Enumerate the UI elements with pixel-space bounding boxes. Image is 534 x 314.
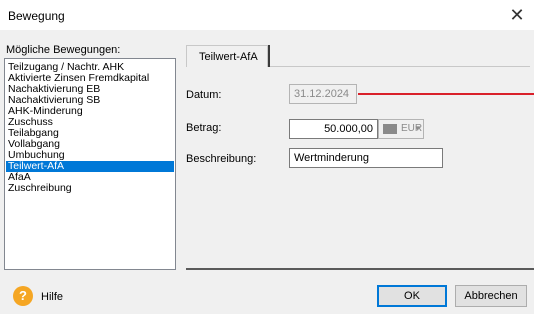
beschreibung-label: Beschreibung: [186, 153, 257, 165]
window-title: Bewegung [8, 9, 65, 23]
panel-bottom-border [186, 268, 534, 270]
list-item[interactable]: Zuschreibung [6, 183, 174, 194]
beschreibung-field[interactable]: Wertminderung [289, 148, 443, 168]
chevron-down-icon: ▾ [415, 123, 420, 133]
betrag-label: Betrag: [186, 122, 222, 134]
close-icon[interactable]: ✕ [504, 3, 530, 27]
tab-divider [268, 45, 270, 67]
betrag-field[interactable]: 50.000,00 [289, 119, 378, 139]
cancel-button[interactable]: Abbrechen [455, 285, 527, 307]
help-icon[interactable]: ? [13, 286, 33, 306]
tab-label: Teilwert-AfA [199, 51, 258, 63]
marker-line [358, 93, 534, 95]
ok-button[interactable]: OK [377, 285, 447, 307]
currency-flag-icon [383, 124, 397, 134]
help-label[interactable]: Hilfe [41, 291, 63, 303]
datum-field: 31.12.2024 [289, 84, 357, 104]
tab-teilwert-afa[interactable]: Teilwert-AfA [186, 45, 268, 67]
movements-list-label-text: Mögliche Bewegungen: [6, 44, 121, 56]
title-bar: Bewegung ✕ [0, 0, 534, 30]
movements-listbox[interactable]: Teilzugang / Nachtr. AHK Aktivierte Zins… [4, 58, 176, 270]
movements-list-label: Mögliche Bewegungen: [6, 44, 120, 56]
list-item-selected[interactable]: Teilwert-AfA [6, 161, 174, 172]
currency-dropdown: EUR ▾ [378, 119, 424, 139]
tab-panel [186, 66, 530, 270]
datum-label: Datum: [186, 89, 222, 101]
